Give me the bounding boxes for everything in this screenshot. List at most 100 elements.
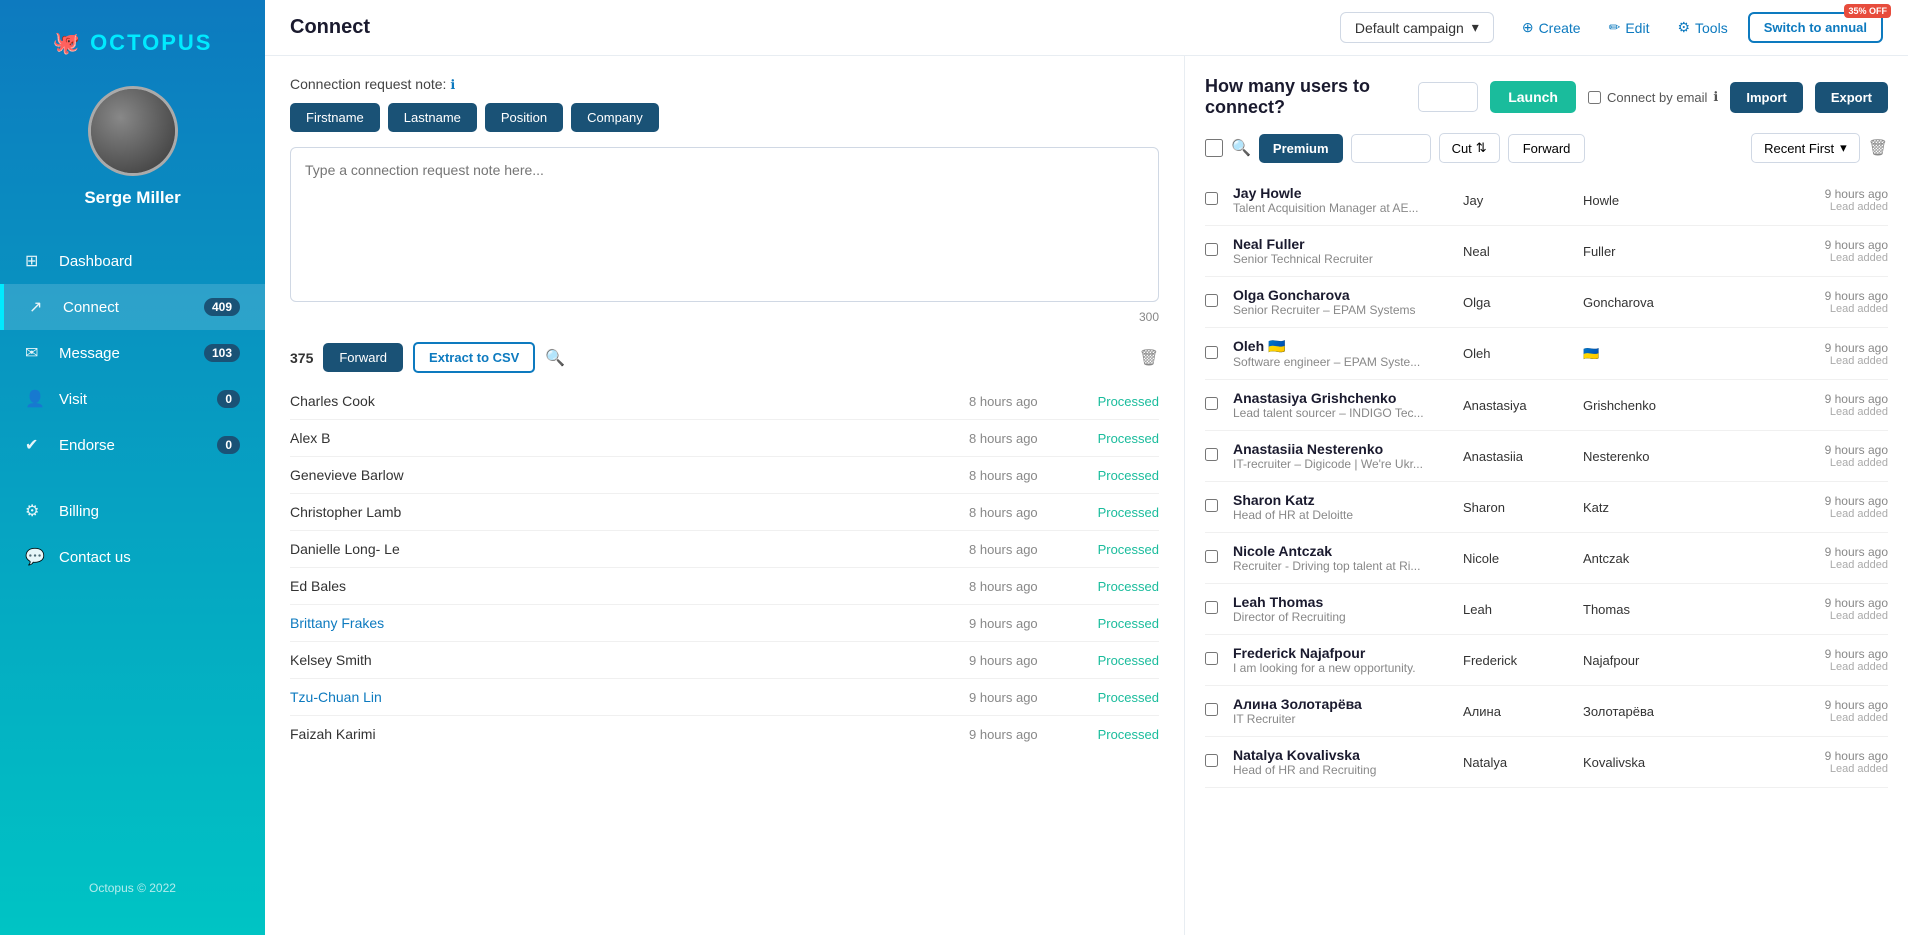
import-button[interactable]: Import [1730,82,1802,113]
body-split: Connection request note: ℹ Firstname Las… [265,56,1908,935]
list-item: Anastasiya Grishchenko Lead talent sourc… [1205,380,1888,431]
lead-checkbox[interactable] [1205,601,1218,614]
edit-button[interactable]: ✏ Edit [1601,13,1658,42]
dashboard-icon: ⊞ [25,251,47,271]
sidebar-item-label: Contact us [59,549,131,566]
launch-button[interactable]: Launch [1490,81,1576,113]
lead-checkbox[interactable] [1205,652,1218,665]
connect-count: 375 [290,350,313,366]
cut-button[interactable]: Cut ⇅ [1439,133,1500,163]
table-row: Brittany Frakes 9 hours ago Processed [290,605,1159,642]
list-trash-icon[interactable]: 🗑 [1139,348,1159,368]
sidebar-item-message[interactable]: ✉ Message 103 [0,330,265,376]
main-area: Connect Default campaign ▾ ⊕ Create ✏ Ed… [265,0,1908,935]
sidebar-item-connect[interactable]: ↗ Connect 409 [0,284,265,330]
endorse-icon: ✔ [25,435,47,455]
forward-button[interactable]: Forward [323,343,403,372]
right-top: How many users to connect? Launch Connec… [1205,76,1888,118]
table-row: Charles Cook 8 hours ago Processed [290,383,1159,420]
sidebar-item-label: Endorse [59,437,115,454]
lead-checkbox[interactable] [1205,243,1218,256]
list-item: Neal Fuller Senior Technical Recruiter N… [1205,226,1888,277]
logo: 🐙 OCTOPUS [53,30,213,56]
list-item: Anastasiia Nesterenko IT-recruiter – Dig… [1205,431,1888,482]
lead-checkbox[interactable] [1205,499,1218,512]
connect-count-input[interactable] [1418,82,1478,112]
company-tag[interactable]: Company [571,103,659,132]
connect-table: Charles Cook 8 hours ago Processed Alex … [290,383,1159,752]
chevron-down-icon: ▾ [1840,140,1847,156]
position-tag[interactable]: Position [485,103,563,132]
list-item: Oleh 🇺🇦 Software engineer – EPAM Syste..… [1205,328,1888,380]
connection-note-label: Connection request note: ℹ [290,76,1159,93]
campaign-selector[interactable]: Default campaign ▾ [1340,12,1494,43]
email-check-label: Connect by email ℹ [1588,89,1718,105]
switch-annual-button[interactable]: Switch to annual 35% OFF [1748,12,1883,43]
create-button[interactable]: ⊕ Create [1514,13,1589,42]
connect-icon: ↗ [29,297,51,317]
list-item: Jay Howle Talent Acquisition Manager at … [1205,175,1888,226]
list-item: Nicole Antczak Recruiter - Driving top t… [1205,533,1888,584]
left-panel: Connection request note: ℹ Firstname Las… [265,56,1185,935]
forward-filter-button[interactable]: Forward [1508,134,1586,163]
tag-row: Firstname Lastname Position Company [290,103,1159,132]
endorse-badge: 0 [217,436,240,454]
sidebar-item-dashboard[interactable]: ⊞ Dashboard [0,238,265,284]
sidebar-item-label: Visit [59,391,87,408]
gear-icon: ⚙ [1677,19,1690,36]
sidebar-footer: Octopus © 2022 [89,861,176,915]
table-row: Ed Bales 8 hours ago Processed [290,568,1159,605]
plus-icon: ⊕ [1522,19,1534,36]
export-button[interactable]: Export [1815,82,1888,113]
lead-checkbox[interactable] [1205,754,1218,767]
char-count: 300 [290,310,1159,324]
sidebar-item-visit[interactable]: 👤 Visit 0 [0,376,265,422]
leads-table: Jay Howle Talent Acquisition Manager at … [1205,175,1888,788]
sidebar-item-label: Message [59,345,120,362]
sort-arrows-icon: ⇅ [1476,140,1487,156]
csv-button[interactable]: Extract to CSV [413,342,535,373]
table-row: Kelsey Smith 9 hours ago Processed [290,642,1159,679]
lead-checkbox[interactable] [1205,550,1218,563]
sidebar-nav: ⊞ Dashboard ↗ Connect 409 ✉ Message 103 … [0,238,265,580]
table-row: Faizah Karimi 9 hours ago Processed [290,716,1159,752]
chevron-down-icon: ▾ [1472,19,1479,36]
filter-text-input[interactable] [1351,134,1431,163]
connect-badge: 409 [204,298,240,316]
email-checkbox[interactable] [1588,91,1601,104]
lastname-tag[interactable]: Lastname [388,103,477,132]
right-trash-icon[interactable]: 🗑 [1868,138,1888,158]
page-title: Connect [290,16,370,39]
sidebar-item-label: Connect [63,299,119,316]
table-row: Genevieve Barlow 8 hours ago Processed [290,457,1159,494]
list-search-icon[interactable]: 🔍 [545,348,565,368]
select-all-checkbox[interactable] [1205,139,1223,157]
lead-checkbox[interactable] [1205,192,1218,205]
list-item: Natalya Kovalivska Head of HR and Recrui… [1205,737,1888,788]
note-textarea[interactable] [290,147,1159,302]
billing-icon: ⚙ [25,501,47,521]
sidebar-item-endorse[interactable]: ✔ Endorse 0 [0,422,265,468]
message-badge: 103 [204,344,240,362]
sort-selector[interactable]: Recent First ▾ [1751,133,1860,163]
lead-checkbox[interactable] [1205,397,1218,410]
lead-checkbox[interactable] [1205,346,1218,359]
list-item: Sharon Katz Head of HR at Deloitte Sharo… [1205,482,1888,533]
connect-list-header: 375 Forward Extract to CSV 🔍 🗑 [290,342,1159,373]
list-item: Leah Thomas Director of Recruiting Leah … [1205,584,1888,635]
sidebar-item-contact[interactable]: 💬 Contact us [0,534,265,580]
sidebar-item-billing[interactable]: ⚙ Billing [0,488,265,534]
sidebar-item-label: Billing [59,503,99,520]
sidebar: 🐙 OCTOPUS Serge Miller ⊞ Dashboard ↗ Con… [0,0,265,935]
firstname-tag[interactable]: Firstname [290,103,380,132]
premium-filter-button[interactable]: Premium [1259,134,1343,163]
username: Serge Miller [84,188,180,208]
lead-checkbox[interactable] [1205,294,1218,307]
table-row: Alex B 8 hours ago Processed [290,420,1159,457]
lead-checkbox[interactable] [1205,703,1218,716]
sidebar-item-label: Dashboard [59,253,132,270]
filter-search-icon[interactable]: 🔍 [1231,138,1251,158]
tools-button[interactable]: ⚙ Tools [1669,13,1735,42]
lead-checkbox[interactable] [1205,448,1218,461]
table-row: Danielle Long- Le 8 hours ago Processed [290,531,1159,568]
